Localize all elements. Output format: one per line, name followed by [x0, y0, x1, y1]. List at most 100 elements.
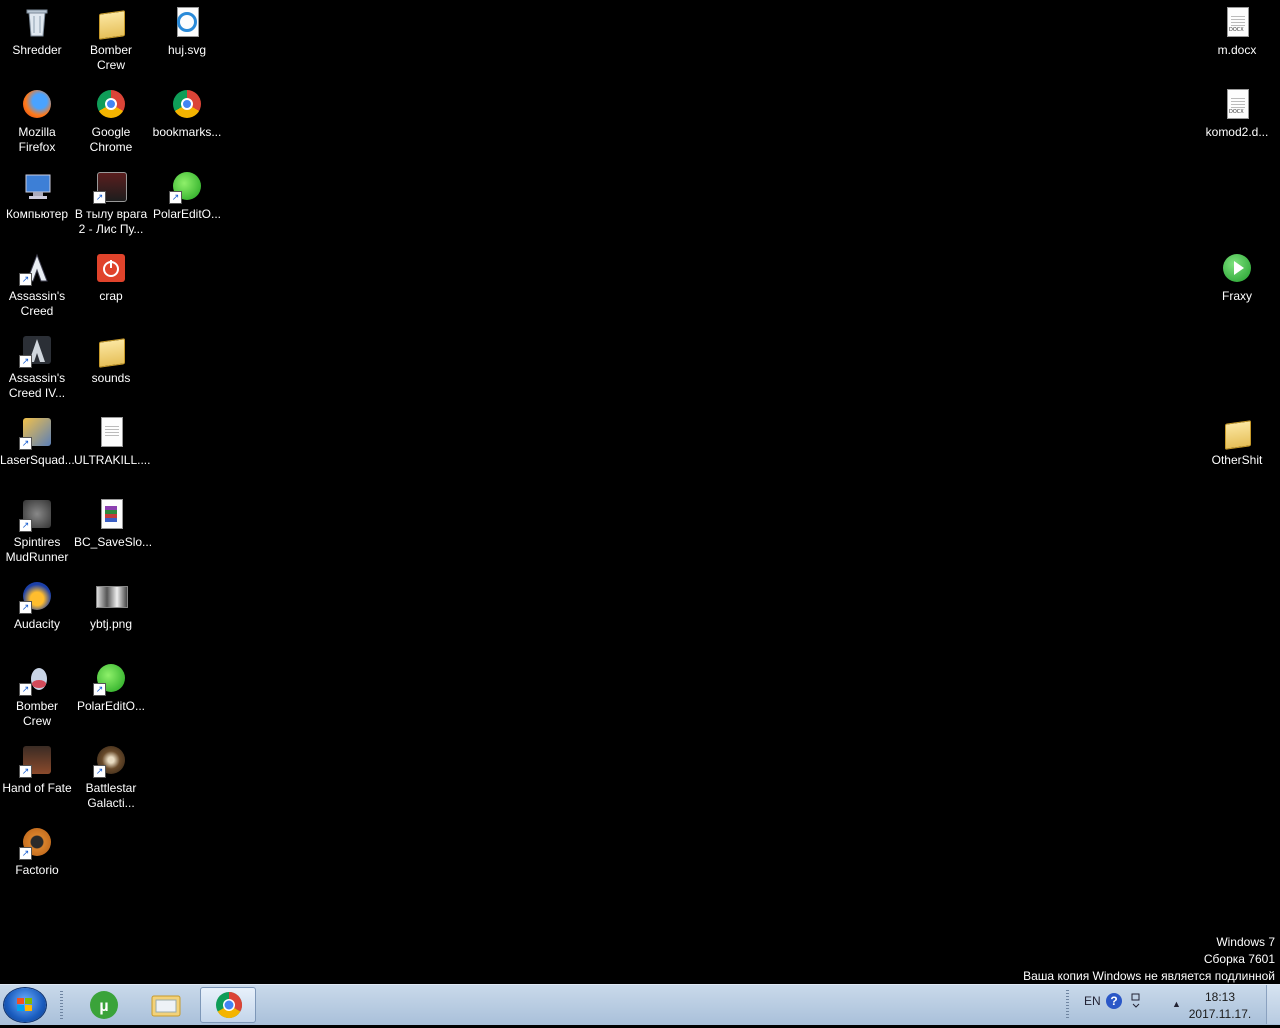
shortcut-arrow-icon: ↗	[19, 847, 32, 860]
docx-file-icon: DOCX	[1221, 6, 1253, 38]
clock-time: 18:13	[1204, 990, 1236, 1004]
chrome-icon	[95, 88, 127, 120]
desktop-icon-assassins-creed[interactable]: ↗ Assassin's Creed	[0, 246, 74, 319]
desktop-icon-battlestar[interactable]: ↗ Battlestar Galacti...	[74, 738, 148, 811]
desktop-icon-label: bookmarks...	[152, 125, 222, 139]
green-apple-icon: ↗	[93, 662, 127, 696]
desktop-icon-label: Hand of Fate	[2, 781, 72, 795]
desktop-icon-lasersquad[interactable]: ↗ LaserSquad...	[0, 410, 75, 468]
shortcut-arrow-icon: ↗	[93, 683, 106, 696]
text-file-icon	[95, 416, 127, 448]
desktop-icon-v-tylu-vraga[interactable]: ↗ В тылу врага 2 - Лис Пу...	[74, 164, 148, 237]
desktop-icon-label: OtherShit	[1211, 453, 1263, 467]
desktop-icon-fraxy[interactable]: Fraxy	[1200, 246, 1274, 304]
desktop-icon-assassins-creed-iv[interactable]: ↗ Assassin's Creed IV...	[0, 328, 74, 401]
desktop-icon-label: ULTRAKILL....	[74, 453, 151, 467]
watermark-line-1: Windows 7	[1216, 935, 1275, 949]
archive-file-icon	[95, 498, 127, 530]
shortcut-arrow-icon: ↗	[93, 765, 106, 778]
watermark-line-2: Сборка 7601	[1203, 952, 1275, 966]
shortcut-arrow-icon: ↗	[19, 683, 32, 696]
desktop-icon-label: sounds	[91, 371, 131, 385]
taskbar-explorer-button[interactable]	[138, 987, 194, 1023]
shortcut-arrow-icon: ↗	[19, 519, 32, 532]
desktop-icon-label: Bomber Crew	[15, 699, 59, 728]
lasersquad-icon: ↗	[19, 416, 53, 450]
windows-logo-icon	[17, 998, 32, 1011]
clock-date: 2017.11.17.	[1188, 1007, 1252, 1021]
desktop-icon-m-docx[interactable]: DOCX m.docx	[1200, 0, 1274, 58]
chrome-icon	[216, 991, 243, 1019]
watermark-line-3: Ваша копия Windows не является подлинной	[1023, 969, 1275, 983]
desktop-icon-bc-saveslot[interactable]: BC_SaveSlo...	[74, 492, 153, 550]
desktop-icon-label: В тылу врага 2 - Лис Пу...	[74, 207, 148, 236]
green-apple-icon: ↗	[169, 170, 203, 204]
folder-icon	[95, 6, 127, 40]
desktop-icon-hand-of-fate[interactable]: ↗ Hand of Fate	[0, 738, 74, 796]
desktop-icon-label: Assassin's Creed	[8, 289, 66, 318]
spintires-icon: ↗	[19, 498, 53, 532]
desktop-icon-factorio[interactable]: ↗ Factorio	[0, 820, 74, 878]
shortcut-arrow-icon: ↗	[19, 765, 32, 778]
desktop-icon-label: m.docx	[1217, 43, 1257, 57]
docx-file-icon: DOCX	[1221, 88, 1253, 120]
desktop-icon-ultrakill[interactable]: ULTRAKILL....	[74, 410, 151, 468]
desktop-icon-shredder[interactable]: Shredder	[0, 0, 74, 58]
desktop-icon-spintires[interactable]: ↗ Spintires MudRunner	[0, 492, 74, 565]
desktop-icon-label: Bomber Crew	[89, 43, 133, 72]
taskbar-grip[interactable]	[60, 991, 63, 1019]
desktop-icon-label: PolarEditO...	[152, 207, 222, 221]
start-button[interactable]	[4, 988, 46, 1022]
taskbar-chrome-button[interactable]	[200, 987, 256, 1023]
desktop-icon-label: Audacity	[13, 617, 61, 631]
desktop-icon-ybtj[interactable]: ybtj.png	[74, 574, 148, 632]
hand-of-fate-icon: ↗	[19, 744, 53, 778]
desktop-icon-sounds[interactable]: sounds	[74, 328, 148, 386]
desktop-icon-komod2[interactable]: DOCX komod2.d...	[1200, 82, 1274, 140]
desktop-icon-polaredit-1[interactable]: ↗ PolarEditO...	[150, 164, 224, 222]
desktop-icon-bookmarks[interactable]: bookmarks...	[150, 82, 224, 140]
desktop: Shredder Mozilla Firefox Компьютер ↗ Ass…	[0, 0, 1280, 984]
desktop-icon-othershit[interactable]: OtherShit	[1200, 410, 1274, 468]
shortcut-arrow-icon: ↗	[19, 273, 32, 286]
utorrent-icon: µ	[90, 991, 118, 1019]
desktop-icon-label: Shredder	[12, 43, 62, 57]
desktop-icon-bomber-crew-game[interactable]: ↗ Bomber Crew	[0, 656, 74, 729]
desktop-icon-polaredit-2[interactable]: ↗ PolarEditO...	[74, 656, 148, 714]
desktop-icon-audacity[interactable]: ↗ Audacity	[0, 574, 74, 632]
audacity-icon: ↗	[19, 580, 53, 614]
desktop-icon-label: Factorio	[15, 863, 59, 877]
battlestar-icon: ↗	[93, 744, 127, 778]
taskbar-utorrent-button[interactable]: µ	[76, 987, 132, 1023]
image-file-icon	[95, 580, 128, 612]
play-icon	[1221, 252, 1253, 284]
desktop-icon-label: PolarEditO...	[76, 699, 146, 713]
explorer-icon	[151, 995, 181, 1017]
folder-icon	[1221, 416, 1253, 450]
system-clock[interactable]: 18:13 2017.11.17.	[1188, 989, 1252, 1023]
desktop-icon-crap[interactable]: crap	[74, 246, 148, 304]
desktop-icon-huj-svg[interactable]: huj.svg	[150, 0, 224, 58]
desktop-icon-label: ybtj.png	[89, 617, 133, 631]
show-desktop-button[interactable]	[1266, 985, 1280, 1024]
show-hidden-icons-icon[interactable]: ▲	[1172, 999, 1181, 1009]
desktop-icon-computer[interactable]: Компьютер	[0, 164, 74, 222]
svg-text:µ: µ	[99, 998, 108, 1015]
help-icon[interactable]: ?	[1106, 993, 1122, 1009]
recycle-bin-icon	[21, 6, 53, 38]
language-indicator[interactable]: EN	[1084, 994, 1101, 1008]
power-button-icon	[95, 252, 127, 284]
bomber-crew-icon: ↗	[19, 662, 53, 696]
desktop-icon-firefox[interactable]: Mozilla Firefox	[0, 82, 74, 155]
assassins-creed-iv-icon: ↗	[19, 334, 53, 368]
desktop-icon-label: huj.svg	[167, 43, 207, 57]
desktop-icon-chrome[interactable]: Google Chrome	[74, 82, 148, 155]
desktop-icon-bomber-crew-folder[interactable]: Bomber Crew	[74, 0, 148, 73]
assassins-creed-icon: ↗	[19, 252, 53, 286]
desktop-icon-label: Fraxy	[1222, 289, 1252, 303]
desktop-icon-label: Компьютер	[5, 207, 69, 221]
input-method-icon[interactable]	[1130, 992, 1142, 1010]
computer-icon	[21, 170, 53, 202]
shortcut-arrow-icon: ↗	[19, 437, 32, 450]
desktop-icon-label: BC_SaveSlo...	[74, 535, 153, 549]
